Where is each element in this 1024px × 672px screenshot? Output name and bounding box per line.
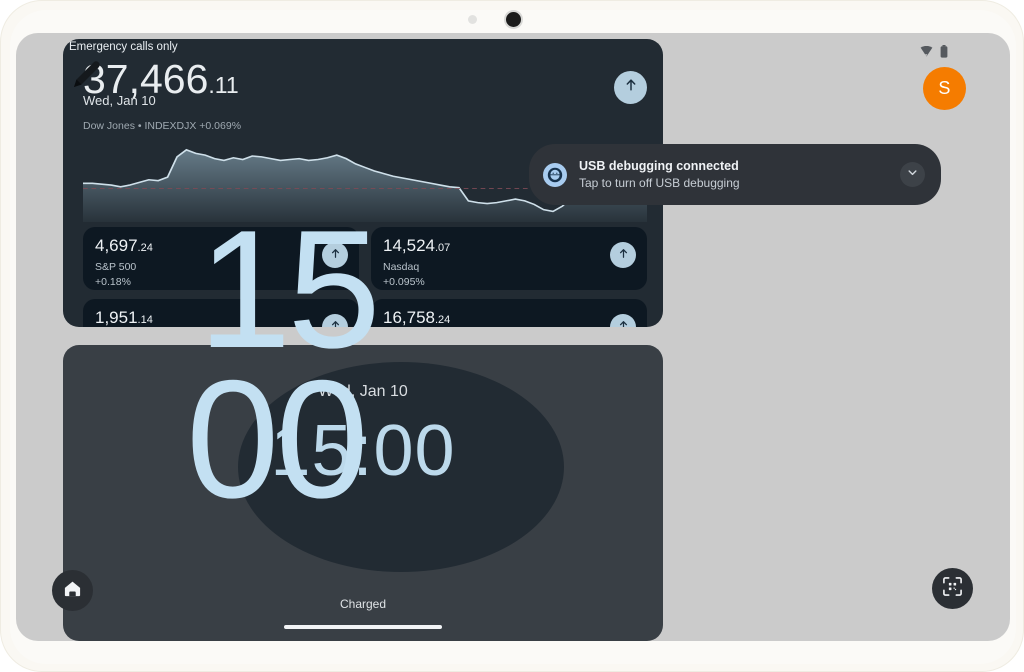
stock-card-value-main: 14,524 [383,236,435,255]
stock-card-value: 16,758.24 [383,309,635,327]
stock-card-value: 14,524.07 [383,237,635,257]
avatar-initial: S [938,78,951,98]
stock-card-value-cents: .07 [435,242,451,254]
stock-card[interactable]: 14,524.07 Nasdaq +0.095% [371,227,647,290]
stock-card-value: 1,951.14 [95,309,347,327]
stock-hero-value-cents: .11 [208,72,239,98]
stock-card-trend-button[interactable] [322,242,348,268]
tablet-device-frame: S Emergency calls only 37,466.11 Wed, Ja… [0,0,1024,672]
qr-scan-icon [942,576,963,602]
user-avatar[interactable]: S [923,67,966,110]
arrow-up-icon [330,318,341,327]
stock-card-value-cents: .24 [137,242,153,254]
stock-card-value: 4,697.24 [95,237,347,257]
stylus-icon [70,57,104,91]
stock-card-name: S&P 500 [95,261,137,273]
ambient-sensor-icon [468,15,477,24]
gesture-navigation-bar[interactable] [284,625,442,629]
stock-card-trend-button[interactable] [610,242,636,268]
usb-notification-text: USB debugging connected Tap to turn off … [579,159,900,190]
stock-card[interactable]: 4,697.24 S&P 500 +0.18% [83,227,359,290]
tablet-screen: S Emergency calls only 37,466.11 Wed, Ja… [16,33,1010,641]
usb-notification-title: USB debugging connected [579,159,739,173]
stock-card-change: +0.095% [383,276,425,288]
usb-debugging-notification[interactable]: USB debugging connected Tap to turn off … [529,144,941,205]
stock-card-value-main: 16,758 [383,308,435,327]
clock-widget-panel[interactable]: Wed, Jan 10 15:00 Charged [63,345,663,641]
stock-hero: 37,466.11 Wed, Jan 10 Dow Jones • INDEXD… [83,57,647,132]
qr-scan-button[interactable] [932,568,973,609]
stock-card-grid: 4,697.24 S&P 500 +0.18% 14,524.07 Nasdaq… [83,227,647,327]
stock-hero-trend-button[interactable] [614,71,647,104]
carrier-status-text: Emergency calls only [69,41,178,53]
stock-card-change: +0.18% [95,276,131,288]
clock-widget-date: Wed, Jan 10 [318,383,408,400]
clock-widget-time: 15:00 [270,411,456,491]
stock-hero-value: 37,466.11 [83,57,647,107]
home-button[interactable] [52,570,93,611]
arrow-up-icon [624,78,638,97]
wifi-icon [920,46,933,57]
battery-status-text: Charged [339,597,387,611]
battery-icon [940,45,948,58]
status-bar [920,45,948,58]
front-camera-icon [506,12,521,27]
chevron-down-icon [906,166,919,184]
stock-card-value-main: 4,697 [95,236,138,255]
home-icon [63,579,82,603]
stock-hero-meta: Dow Jones • INDEXDJX +0.069% [83,120,242,132]
usb-notification-subtitle: Tap to turn off USB debugging [579,176,740,190]
stock-card[interactable]: 1,951.14 [83,299,359,327]
arrow-up-icon [618,318,629,327]
arrow-up-icon [330,246,341,264]
lock-screen-date: Wed, Jan 10 [83,93,156,108]
stock-card-name: Nasdaq [383,261,420,273]
stock-card-value-cents: .14 [137,314,153,326]
android-debug-icon [543,162,567,187]
stock-card-value-cents: .24 [435,314,451,326]
arrow-up-icon [618,246,629,264]
notification-expand-button[interactable] [900,162,925,187]
stock-card-value-main: 1,951 [95,308,138,327]
stock-card[interactable]: 16,758.24 [371,299,647,327]
